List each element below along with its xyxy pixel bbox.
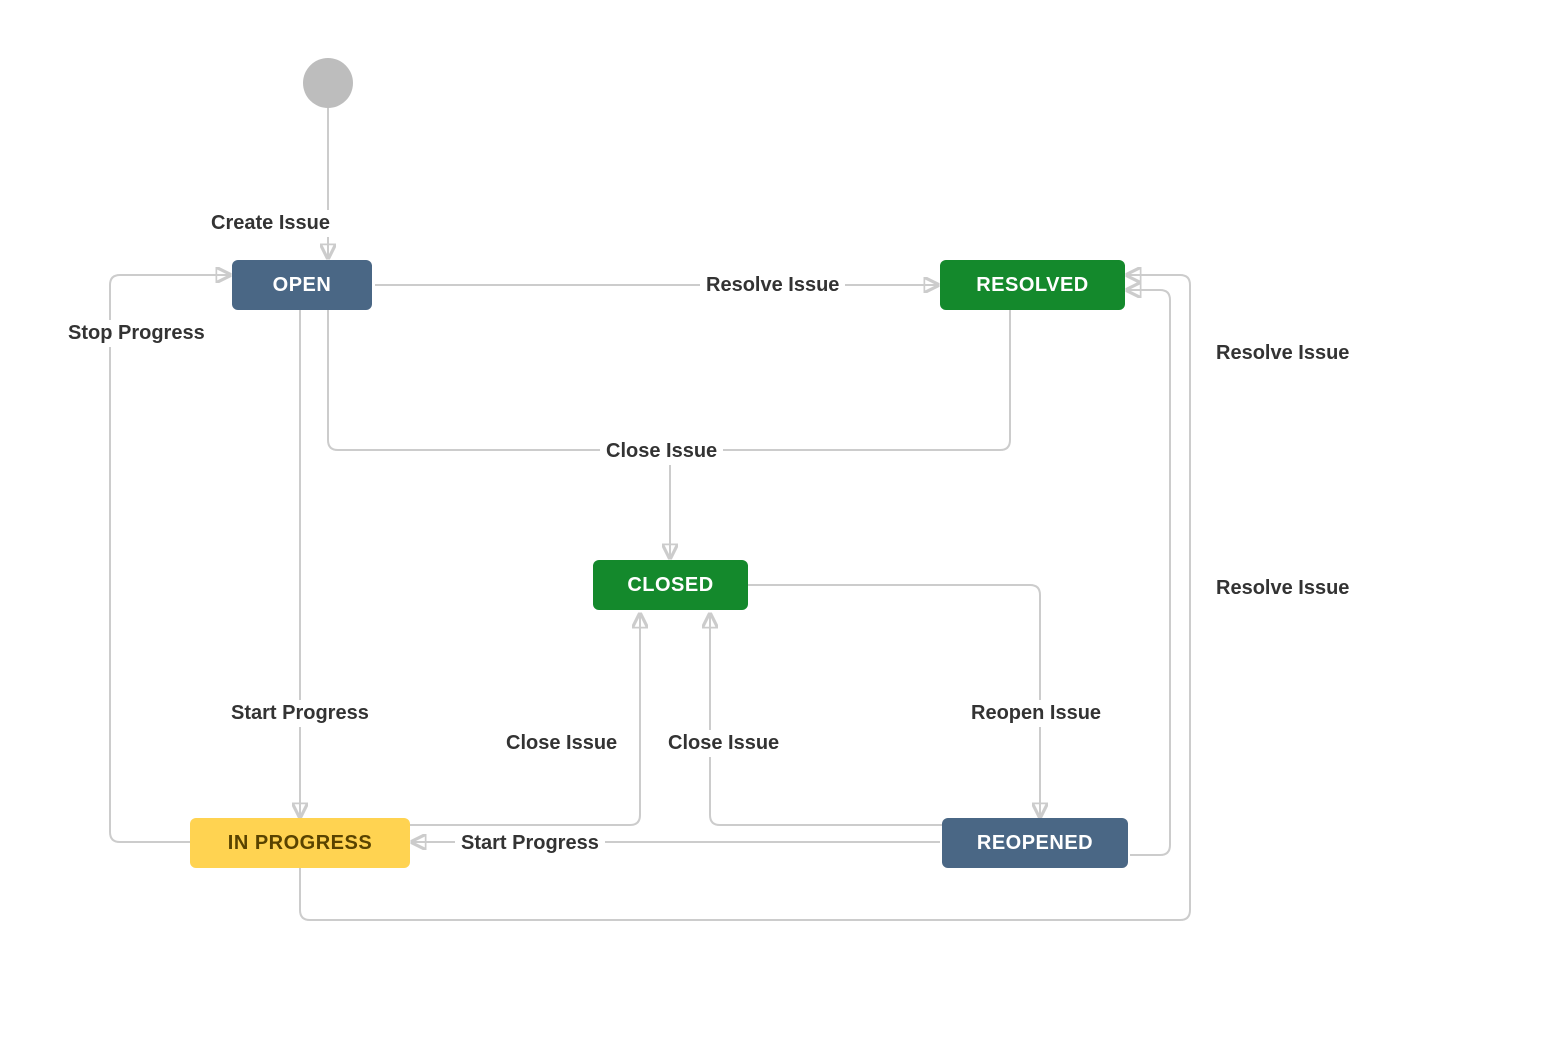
workflow-edges [0, 0, 1557, 1047]
label-start-progress-mid: Start Progress [455, 830, 605, 857]
label-close-issue-top: Close Issue [600, 438, 723, 465]
state-reopened-label: REOPENED [977, 832, 1093, 855]
edge-open-closed [328, 310, 660, 450]
state-open: OPEN [232, 260, 372, 310]
label-create-issue: Create Issue [205, 210, 336, 237]
label-close-issue-left: Close Issue [500, 730, 623, 757]
label-stop-progress: Stop Progress [62, 320, 211, 347]
edge-reopened-closed [710, 614, 970, 825]
state-open-label: OPEN [273, 274, 332, 297]
state-closed-label: CLOSED [627, 574, 713, 597]
start-node [303, 58, 353, 108]
edge-resolved-closed [660, 310, 1010, 450]
state-inprogress-label: IN PROGRESS [228, 832, 372, 855]
edge-inprogress-closed [380, 614, 640, 825]
state-closed: CLOSED [593, 560, 748, 610]
label-resolve-issue-mid: Resolve Issue [1210, 575, 1355, 602]
state-resolved-label: RESOLVED [976, 274, 1089, 297]
state-reopened: REOPENED [942, 818, 1128, 868]
label-reopen-issue: Reopen Issue [965, 700, 1107, 727]
edge-inprogress-open [110, 275, 230, 842]
label-close-issue-right: Close Issue [662, 730, 785, 757]
label-resolve-issue-right: Resolve Issue [1210, 340, 1355, 367]
edge-reopened-resolved [1127, 290, 1170, 855]
state-in-progress: IN PROGRESS [190, 818, 410, 868]
state-resolved: RESOLVED [940, 260, 1125, 310]
label-start-progress-left: Start Progress [225, 700, 375, 727]
label-resolve-issue-top: Resolve Issue [700, 272, 845, 299]
